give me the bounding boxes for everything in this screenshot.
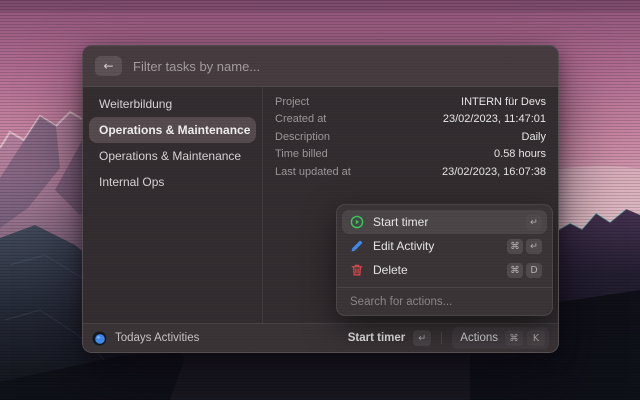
key-k: K [527,330,545,346]
detail-row: Project INTERN für Devs [275,93,546,111]
detail-label: Created at [275,113,326,125]
shortcut-keys: ↵ [526,215,542,230]
menu-item-label: Edit Activity [373,239,498,253]
task-list-item-selected[interactable]: Operations & Maintenance [89,117,256,143]
shortcut-keys: ⌘ ↵ [507,239,542,254]
task-list-item[interactable]: Internal Ops [89,169,256,195]
back-button[interactable]: ← [95,56,122,76]
back-arrow-icon: ← [103,60,113,72]
todays-activities-icon [92,331,107,346]
menu-item-label: Start timer [373,215,517,229]
menu-item-edit-activity[interactable]: Edit Activity ⌘ ↵ [342,234,547,258]
menu-item-label: Delete [373,263,498,277]
detail-label: Description [275,131,330,143]
key-d: D [526,263,542,278]
detail-row: Created at 23/02/2023, 11:47:01 [275,111,546,129]
task-list-item[interactable]: Weiterbildung [89,91,256,117]
task-list-item[interactable]: Operations & Maintenance [89,143,256,169]
detail-value: 23/02/2023, 11:47:01 [443,113,546,125]
actions-button-label: Actions [460,332,498,344]
detail-label: Project [275,96,309,108]
menu-item-delete[interactable]: Delete ⌘ D [342,258,547,282]
task-list: Weiterbildung Operations & Maintenance O… [83,87,263,323]
pencil-icon [350,239,364,253]
search-input[interactable]: Filter tasks by name... [133,59,260,74]
action-menu: Start timer ↵ Edit Activity ⌘ ↵ [336,204,553,316]
detail-value: Daily [522,131,546,143]
detail-label: Last updated at [275,166,351,178]
command-title: Todays Activities [115,332,340,344]
detail-row: Last updated at 23/02/2023, 16:07:38 [275,163,546,181]
trash-icon [350,263,364,277]
key-cmd: ⌘ [507,239,523,254]
key-cmd: ⌘ [505,330,523,346]
key-return: ↵ [526,239,542,254]
detail-value: 23/02/2023, 16:07:38 [442,166,546,178]
footer-divider [441,332,442,344]
actions-button[interactable]: Actions ⌘ K [452,327,549,349]
play-circle-icon [350,215,364,229]
menu-item-start-timer[interactable]: Start timer ↵ [342,210,547,234]
detail-row: Description Daily [275,128,546,146]
detail-label: Time billed [275,148,328,160]
window-content: Weiterbildung Operations & Maintenance O… [83,87,558,323]
detail-row: Time billed 0.58 hours [275,146,546,164]
detail-value: 0.58 hours [494,148,546,160]
key-return: ↵ [413,330,431,346]
action-search-input[interactable]: Search for actions... [337,287,552,315]
status-bar: Todays Activities Start timer ↵ Actions … [83,323,558,352]
primary-action-button[interactable]: Start timer [348,332,406,344]
shortcut-keys: ⌘ D [507,263,542,278]
raycast-window: ← Filter tasks by name... Weiterbildung … [82,45,559,353]
key-cmd: ⌘ [507,263,523,278]
key-return: ↵ [526,215,542,230]
search-header: ← Filter tasks by name... [83,46,558,87]
detail-value: INTERN für Devs [461,96,546,108]
